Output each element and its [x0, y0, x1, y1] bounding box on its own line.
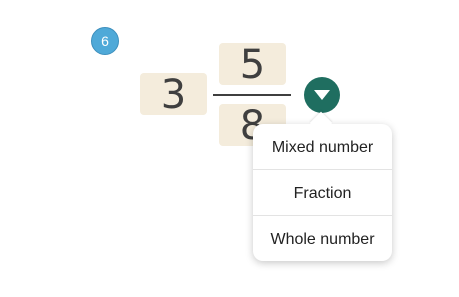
- number-type-menu: Mixed number Fraction Whole number: [253, 124, 392, 261]
- menu-item-whole-number[interactable]: Whole number: [253, 216, 392, 261]
- numerator-input[interactable]: 5: [219, 43, 286, 87]
- caret-down-icon: [314, 90, 330, 100]
- number-type-dropdown-button[interactable]: [304, 77, 340, 113]
- workspace: 6 3 5 8 Mixed number Fraction Whole numb…: [0, 0, 459, 297]
- fraction-bar: [213, 94, 291, 96]
- menu-item-fraction[interactable]: Fraction: [253, 170, 392, 215]
- step-number-badge: 6: [91, 27, 119, 55]
- menu-pointer-cover: [306, 124, 336, 134]
- whole-number-input[interactable]: 3: [140, 73, 207, 117]
